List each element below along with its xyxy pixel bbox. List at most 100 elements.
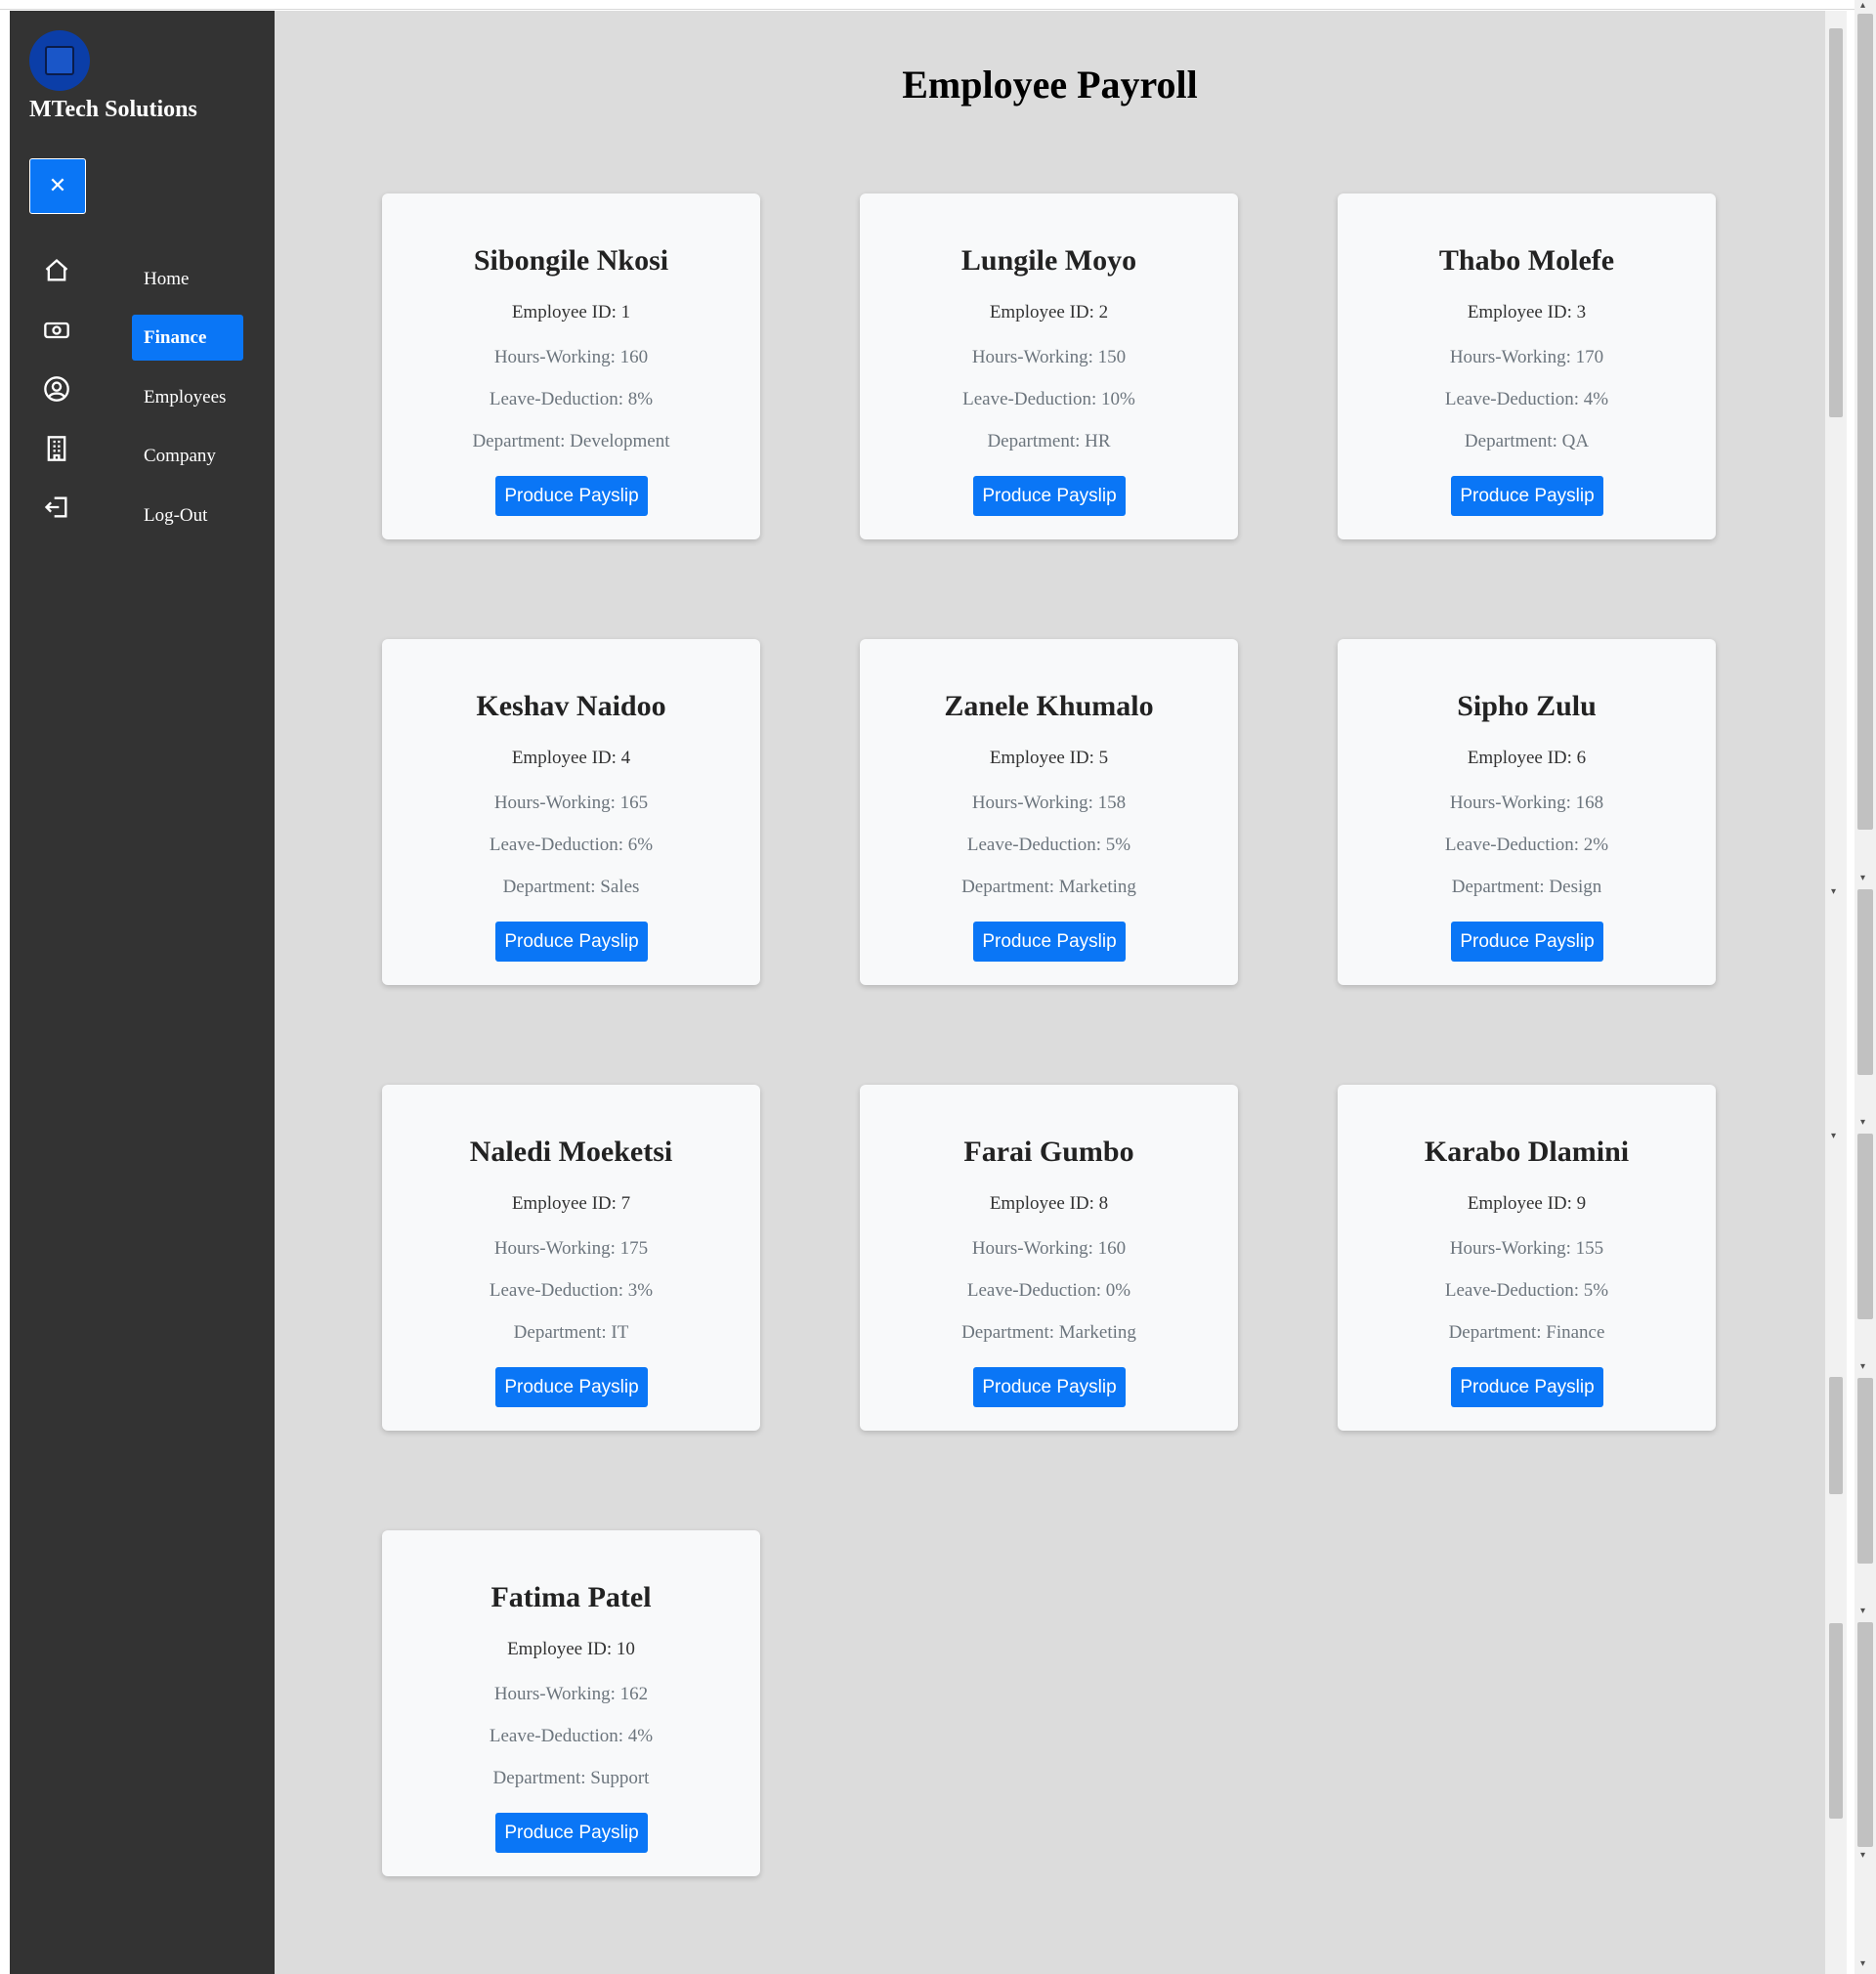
employee-card: Sibongile Nkosi Employee ID: 1 Hours-Wor…	[382, 193, 760, 539]
page-title: Employee Payroll	[902, 63, 1198, 107]
page-scrollbar[interactable]: ▴ ▾ ▾ ▾ ▾ ▾ ▾	[1855, 0, 1876, 1974]
employee-id: Employee ID: 8	[989, 1193, 1109, 1214]
page-scrollbar-thumb[interactable]	[1857, 1378, 1873, 1564]
cash-icon[interactable]	[43, 317, 70, 344]
employee-name: Thabo Molefe	[1438, 244, 1615, 277]
sidebar-item-logout[interactable]: Log-Out	[132, 493, 219, 538]
hours-working: Hours-Working: 162	[493, 1684, 649, 1704]
employee-card: Sipho Zulu Employee ID: 6 Hours-Working:…	[1338, 639, 1716, 985]
page-scrollbar-thumb[interactable]	[1857, 1622, 1873, 1847]
scroll-down-arrow-icon[interactable]: ▾	[1860, 1361, 1865, 1372]
scroll-down-arrow-icon[interactable]: ▾	[1860, 1850, 1865, 1861]
sidebar-item-finance[interactable]: Finance	[132, 315, 243, 361]
leave-deduction: Leave-Deduction: 0%	[966, 1280, 1131, 1301]
department: Department: QA	[1464, 431, 1590, 451]
produce-payslip-button[interactable]: Produce Payslip	[495, 1813, 648, 1853]
hours-working: Hours-Working: 168	[1449, 793, 1604, 813]
employee-name: Keshav Naidoo	[476, 690, 666, 722]
scroll-down-arrow-icon[interactable]: ▾	[1860, 1606, 1865, 1616]
employee-card: Thabo Molefe Employee ID: 3 Hours-Workin…	[1338, 193, 1716, 539]
employee-id: Employee ID: 4	[511, 748, 631, 768]
hours-working: Hours-Working: 160	[493, 347, 649, 367]
produce-payslip-button[interactable]: Produce Payslip	[1451, 1367, 1603, 1407]
employee-id: Employee ID: 9	[1467, 1193, 1587, 1214]
employee-id: Employee ID: 3	[1467, 302, 1587, 322]
department: Department: Design	[1451, 877, 1602, 897]
page-scrollbar-thumb[interactable]	[1857, 889, 1873, 1075]
leave-deduction: Leave-Deduction: 3%	[489, 1280, 654, 1301]
employee-name: Farai Gumbo	[963, 1136, 1134, 1168]
content-scrollbar-thumb[interactable]	[1829, 1377, 1843, 1494]
department: Department: Marketing	[961, 877, 1136, 897]
leave-deduction: Leave-Deduction: 5%	[1444, 1280, 1609, 1301]
employee-name: Naledi Moeketsi	[469, 1136, 673, 1168]
company-logo	[29, 30, 90, 91]
employee-card: Lungile Moyo Employee ID: 2 Hours-Workin…	[860, 193, 1238, 539]
produce-payslip-button[interactable]: Produce Payslip	[973, 922, 1126, 962]
sidebar-item-employees[interactable]: Employees	[132, 374, 237, 420]
content-scrollbar-thumb[interactable]	[1829, 28, 1843, 417]
produce-payslip-button[interactable]: Produce Payslip	[1451, 476, 1603, 516]
scroll-down-arrow-icon[interactable]: ▾	[1860, 873, 1865, 883]
main-content: Employee Payroll Sibongile Nkosi Employe…	[275, 11, 1825, 1974]
produce-payslip-button[interactable]: Produce Payslip	[495, 922, 648, 962]
employee-id: Employee ID: 10	[507, 1639, 635, 1659]
hours-working: Hours-Working: 155	[1449, 1238, 1604, 1259]
page-scrollbar-thumb[interactable]	[1857, 14, 1873, 830]
employee-name: Karabo Dlamini	[1424, 1136, 1630, 1168]
sidebar: MTech Solutions ✕ Home Finance Employees…	[10, 11, 275, 1974]
content-scrollbar[interactable]: ▾ ▾	[1825, 11, 1847, 1974]
employee-name: Fatima Patel	[490, 1581, 652, 1613]
employee-id: Employee ID: 1	[511, 302, 631, 322]
monitor-icon	[45, 46, 74, 75]
leave-deduction: Leave-Deduction: 5%	[966, 835, 1131, 855]
leave-deduction: Leave-Deduction: 2%	[1444, 835, 1609, 855]
department: Department: Finance	[1448, 1322, 1605, 1343]
employee-name: Sipho Zulu	[1457, 690, 1597, 722]
content-scrollbar-thumb[interactable]	[1829, 1623, 1843, 1819]
employee-card: Zanele Khumalo Employee ID: 5 Hours-Work…	[860, 639, 1238, 985]
building-icon[interactable]	[43, 435, 70, 462]
employee-card: Naledi Moeketsi Employee ID: 7 Hours-Wor…	[382, 1085, 760, 1431]
scroll-down-arrow-icon[interactable]: ▾	[1860, 1958, 1865, 1969]
employee-id: Employee ID: 7	[511, 1193, 631, 1214]
employee-id: Employee ID: 5	[989, 748, 1109, 768]
brand-name: MTech Solutions	[29, 97, 197, 122]
employee-card: Fatima Patel Employee ID: 10 Hours-Worki…	[382, 1530, 760, 1876]
leave-deduction: Leave-Deduction: 4%	[1444, 389, 1609, 409]
produce-payslip-button[interactable]: Produce Payslip	[1451, 922, 1603, 962]
produce-payslip-button[interactable]: Produce Payslip	[495, 476, 648, 516]
scroll-down-arrow-icon[interactable]: ▾	[1860, 1117, 1865, 1128]
leave-deduction: Leave-Deduction: 10%	[962, 389, 1135, 409]
department: Department: HR	[987, 431, 1111, 451]
employee-id: Employee ID: 2	[989, 302, 1109, 322]
scroll-up-arrow-icon[interactable]: ▴	[1860, 0, 1865, 11]
scroll-down-arrow-icon[interactable]: ▾	[1831, 886, 1836, 897]
user-circle-icon[interactable]	[43, 375, 70, 403]
hours-working: Hours-Working: 175	[493, 1238, 649, 1259]
hours-working: Hours-Working: 158	[971, 793, 1127, 813]
close-sidebar-button[interactable]: ✕	[29, 158, 86, 214]
leave-deduction: Leave-Deduction: 6%	[489, 835, 654, 855]
employee-id: Employee ID: 6	[1467, 748, 1587, 768]
page-scrollbar-thumb[interactable]	[1857, 1134, 1873, 1319]
scroll-down-arrow-icon[interactable]: ▾	[1831, 1131, 1836, 1141]
sidebar-item-home[interactable]: Home	[132, 256, 200, 302]
sidebar-item-company[interactable]: Company	[132, 433, 228, 479]
hours-working: Hours-Working: 160	[971, 1238, 1127, 1259]
leave-deduction: Leave-Deduction: 4%	[489, 1726, 654, 1746]
employee-card: Farai Gumbo Employee ID: 8 Hours-Working…	[860, 1085, 1238, 1431]
home-icon[interactable]	[43, 257, 70, 284]
leave-deduction: Leave-Deduction: 8%	[489, 389, 654, 409]
department: Department: IT	[513, 1322, 629, 1343]
produce-payslip-button[interactable]: Produce Payslip	[973, 476, 1126, 516]
hours-working: Hours-Working: 150	[971, 347, 1127, 367]
produce-payslip-button[interactable]: Produce Payslip	[495, 1367, 648, 1407]
employee-name: Sibongile Nkosi	[473, 244, 669, 277]
logout-icon[interactable]	[43, 494, 70, 521]
browser-top-edge	[0, 0, 1876, 10]
hours-working: Hours-Working: 165	[493, 793, 649, 813]
department: Department: Support	[492, 1768, 650, 1788]
department: Department: Marketing	[961, 1322, 1136, 1343]
produce-payslip-button[interactable]: Produce Payslip	[973, 1367, 1126, 1407]
